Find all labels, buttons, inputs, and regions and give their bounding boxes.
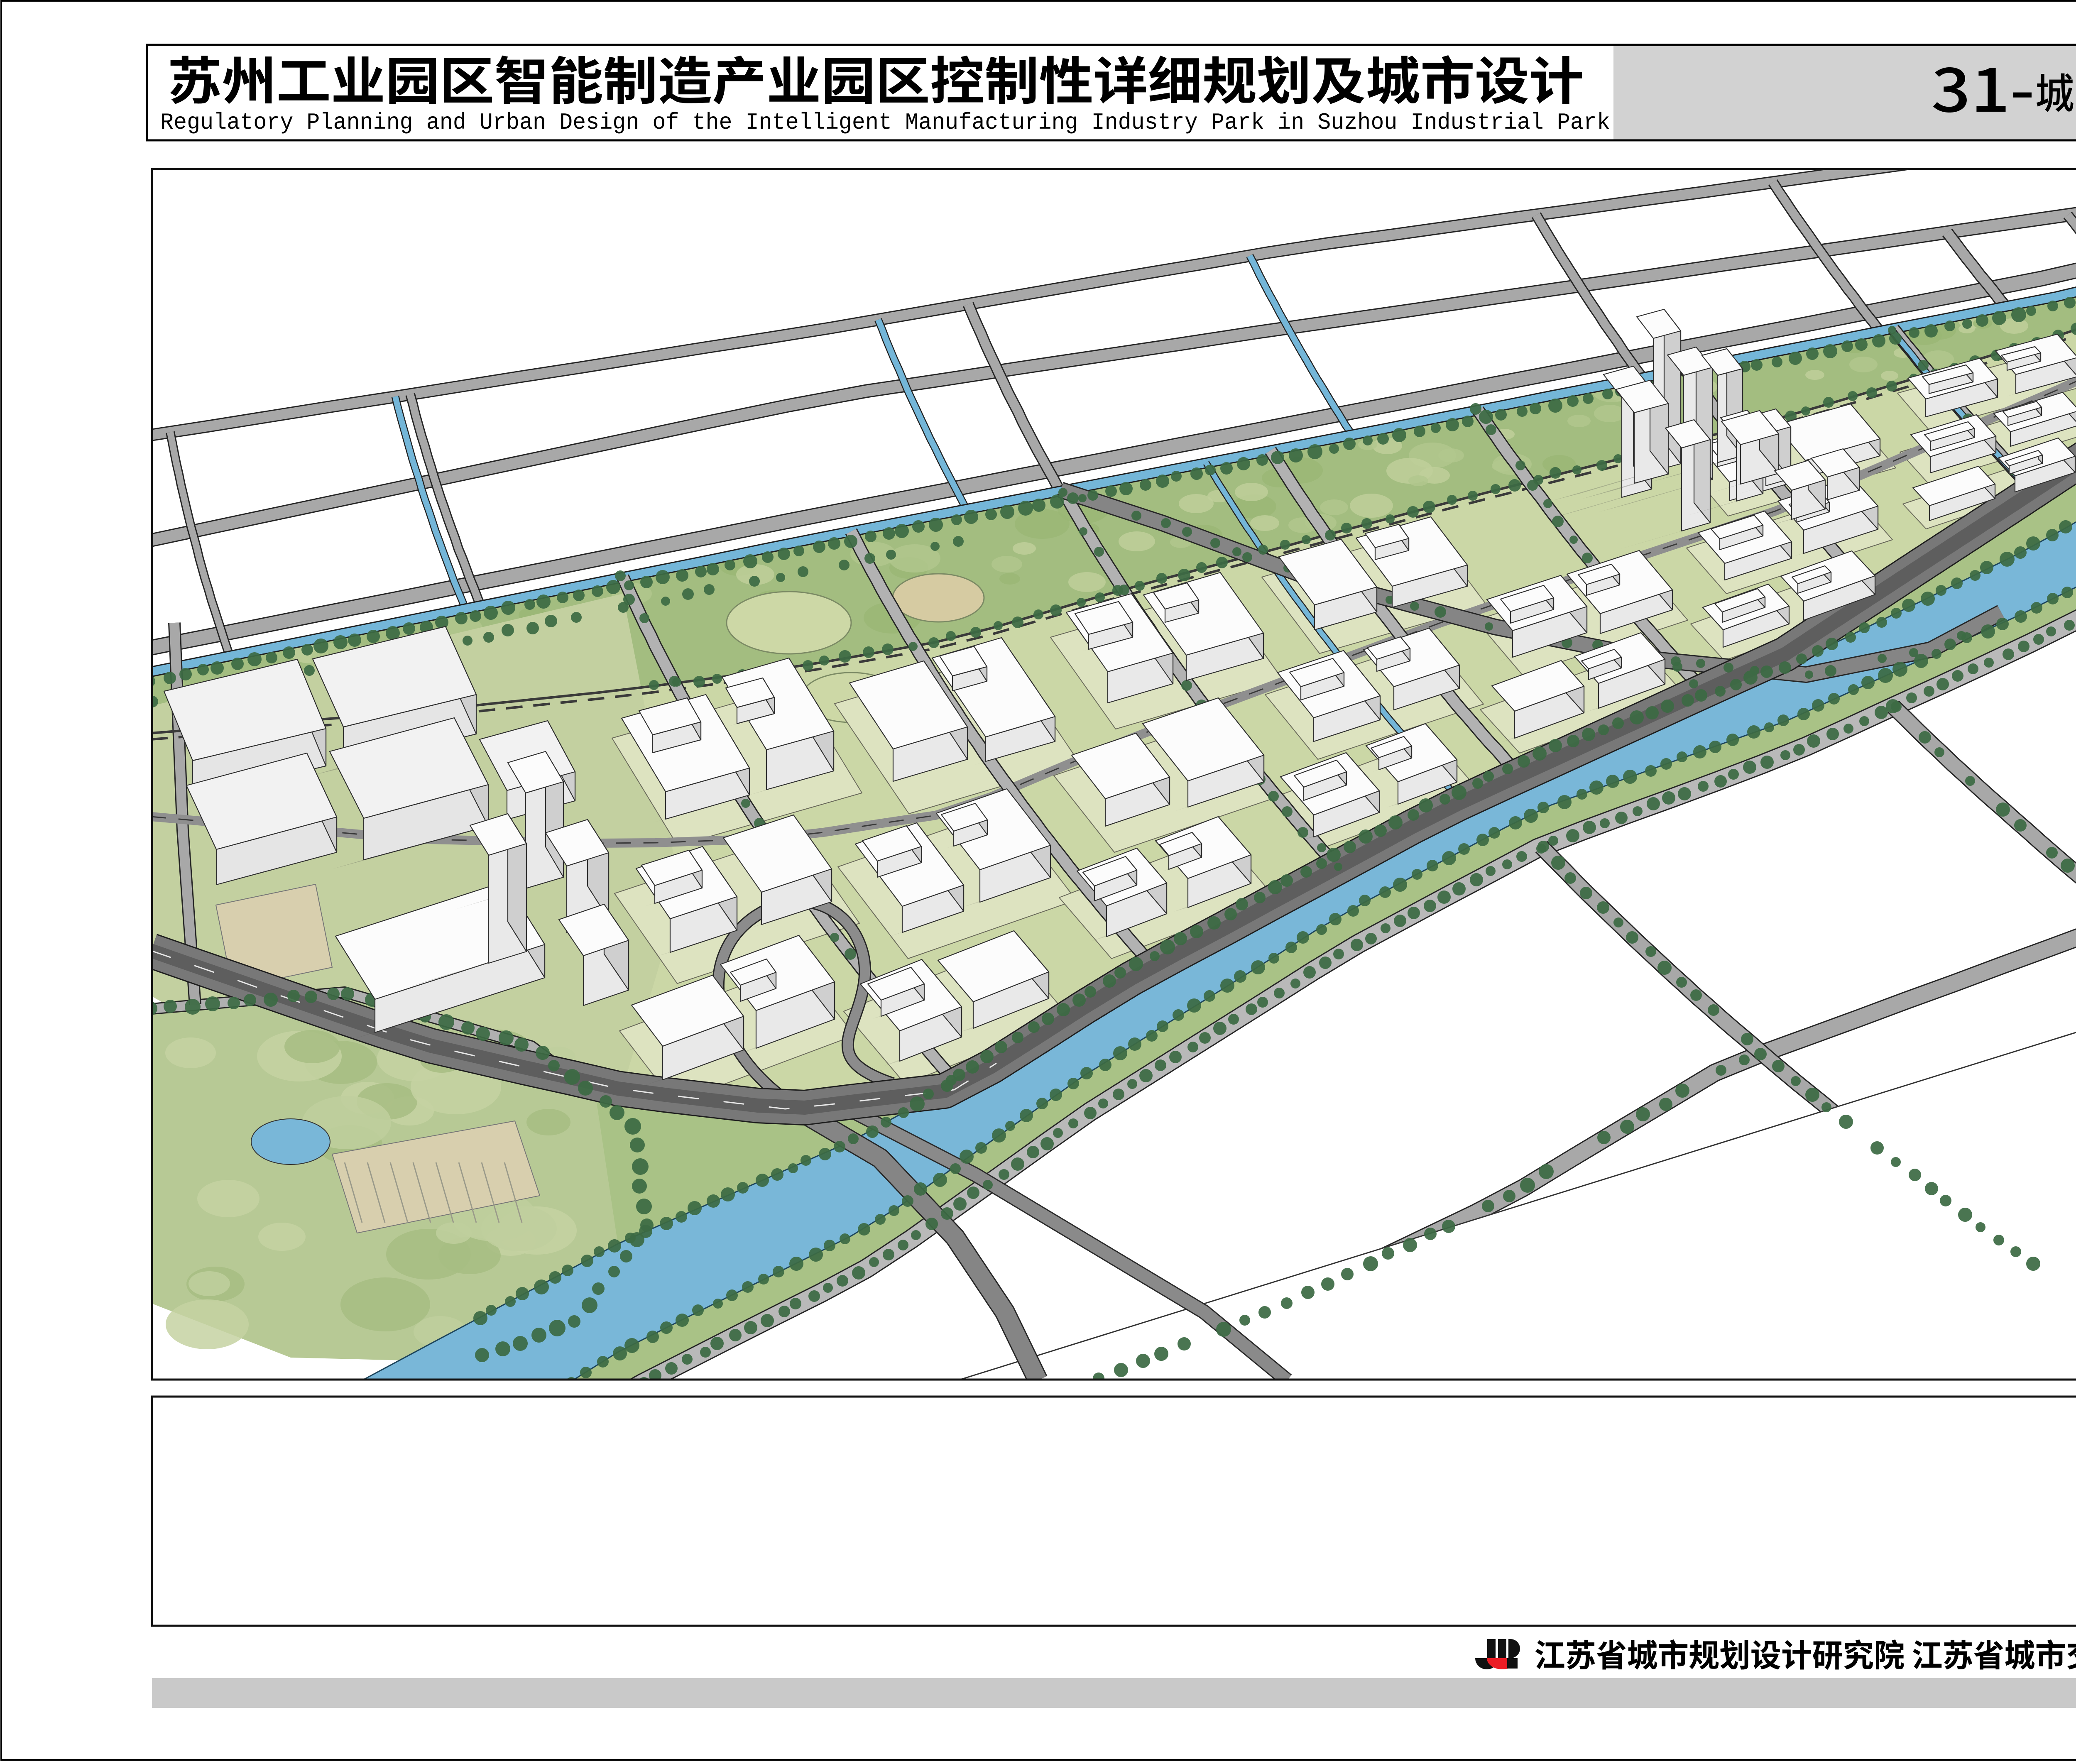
svg-text:Regulatory Planning and Urban: Regulatory Planning and Urban Design of … [160,109,1610,136]
